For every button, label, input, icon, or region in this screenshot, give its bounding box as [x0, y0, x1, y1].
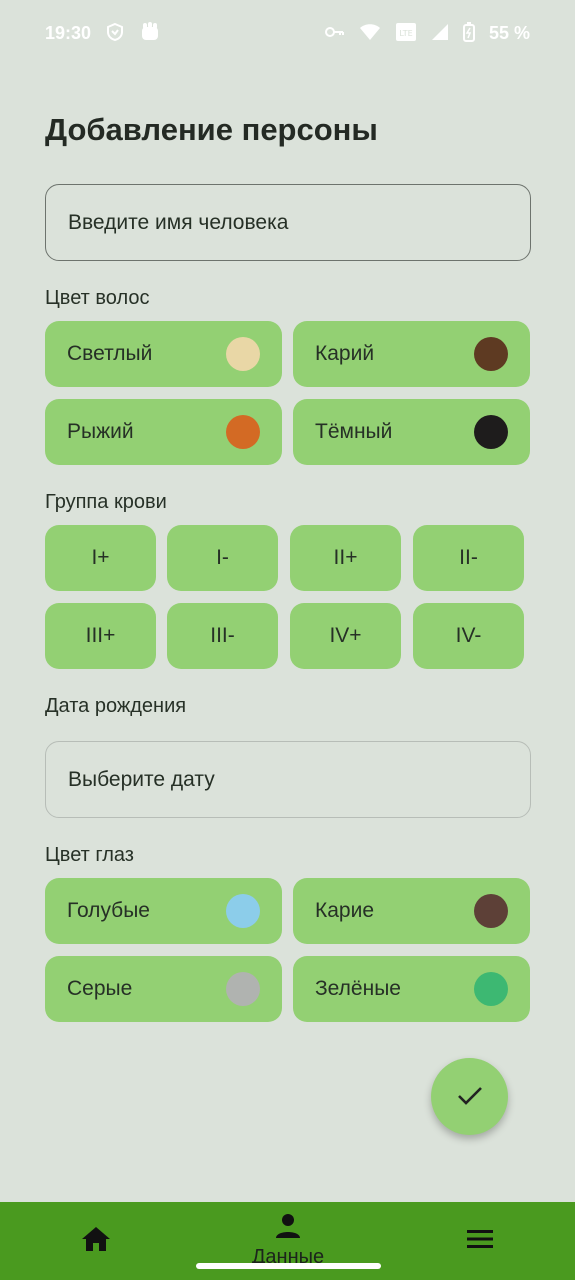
- color-swatch-icon: [226, 972, 260, 1006]
- birth-date-field[interactable]: Выберите дату: [45, 741, 531, 818]
- hair-option-label: Карий: [315, 342, 375, 365]
- blood-option-label: I+: [91, 546, 110, 569]
- eye-color-label: Цвет глаз: [45, 844, 134, 866]
- svg-text:LTE: LTE: [399, 29, 412, 38]
- birth-date-label: Дата рождения: [45, 695, 187, 717]
- color-swatch-icon: [226, 894, 260, 928]
- hair-option-label: Тёмный: [315, 420, 393, 443]
- eye-option-gray[interactable]: Серые: [45, 956, 282, 1022]
- blood-group-label: Группа крови: [45, 491, 167, 513]
- status-time: 19:30: [45, 22, 92, 43]
- battery-icon: [462, 21, 475, 45]
- eye-option-label: Карие: [315, 899, 375, 922]
- birth-date-placeholder: Выберите дату: [68, 767, 215, 791]
- blood-option-label: II+: [333, 546, 358, 569]
- status-right: LTE 55 %: [324, 21, 530, 45]
- eye-option-label: Голубые: [67, 899, 150, 922]
- blood-option-label: III-: [210, 624, 235, 647]
- hair-option-red[interactable]: Рыжий: [45, 399, 282, 465]
- color-swatch-icon: [474, 972, 508, 1006]
- hair-option-brown[interactable]: Карий: [293, 321, 530, 387]
- nav-menu[interactable]: [450, 1202, 510, 1280]
- nav-home[interactable]: [66, 1202, 126, 1280]
- color-swatch-icon: [226, 337, 260, 371]
- color-swatch-icon: [474, 415, 508, 449]
- color-swatch-icon: [474, 337, 508, 371]
- blood-option-iv-plus[interactable]: IV+: [290, 603, 401, 669]
- battery-level: 55 %: [488, 22, 530, 43]
- home-indicator[interactable]: [196, 1263, 381, 1269]
- menu-icon: [466, 1228, 494, 1255]
- eye-option-blue[interactable]: Голубые: [45, 878, 282, 944]
- hair-color-label: Цвет волос: [45, 287, 150, 309]
- wifi-icon: [359, 23, 381, 44]
- hair-option-label: Рыжий: [67, 420, 134, 443]
- color-swatch-icon: [226, 415, 260, 449]
- blood-option-label: II-: [459, 546, 478, 569]
- hair-option-label: Светлый: [67, 342, 153, 365]
- eye-option-label: Серые: [67, 977, 133, 1000]
- eye-option-green[interactable]: Зелёные: [293, 956, 530, 1022]
- blood-option-ii-plus[interactable]: II+: [290, 525, 401, 591]
- hair-option-light[interactable]: Светлый: [45, 321, 282, 387]
- blood-option-i-plus[interactable]: I+: [45, 525, 156, 591]
- blood-option-label: IV-: [455, 624, 482, 647]
- blood-option-iii-minus[interactable]: III-: [167, 603, 278, 669]
- vpn-shield-icon: [105, 22, 125, 45]
- color-swatch-icon: [474, 894, 508, 928]
- status-bar: 19:30 LTE 55 %: [0, 0, 575, 66]
- eye-option-label: Зелёные: [315, 977, 401, 1000]
- blood-option-label: III+: [85, 624, 116, 647]
- blood-option-i-minus[interactable]: I-: [167, 525, 278, 591]
- name-input[interactable]: Введите имя человека: [45, 184, 531, 261]
- confirm-button[interactable]: [431, 1058, 508, 1135]
- home-icon: [81, 1226, 111, 1257]
- blood-option-iii-plus[interactable]: III+: [45, 603, 156, 669]
- blood-option-label: I-: [216, 546, 229, 569]
- page-title: Добавление персоны: [45, 112, 378, 147]
- name-input-placeholder: Введите имя человека: [68, 210, 289, 234]
- hair-option-dark[interactable]: Тёмный: [293, 399, 530, 465]
- blood-option-ii-minus[interactable]: II-: [413, 525, 524, 591]
- eye-option-brown[interactable]: Карие: [293, 878, 530, 944]
- status-left: 19:30: [45, 21, 161, 46]
- lte-icon: LTE: [395, 22, 417, 45]
- blood-option-iv-minus[interactable]: IV-: [413, 603, 524, 669]
- fist-icon: [139, 21, 161, 46]
- blood-option-label: IV+: [329, 624, 362, 647]
- check-icon: [457, 1081, 483, 1113]
- signal-icon: [431, 23, 449, 44]
- key-icon: [324, 24, 345, 42]
- person-icon: [275, 1213, 301, 1244]
